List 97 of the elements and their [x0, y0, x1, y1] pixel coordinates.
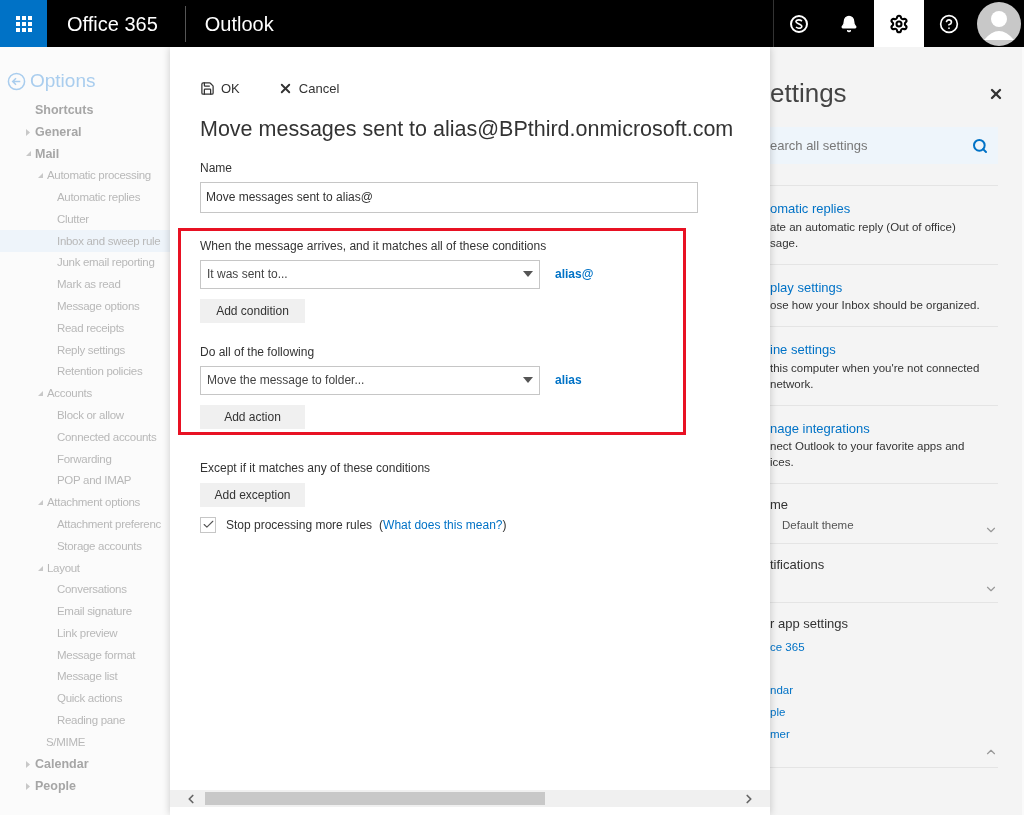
nav-item[interactable]: Conversations — [0, 579, 170, 601]
nav-item[interactable]: Forwarding — [0, 448, 170, 471]
section-label: When the message arrives, and it matches all of these conditions — [200, 237, 548, 255]
nav-item[interactable]: Reply settings — [0, 339, 170, 362]
parenthesis: ) — [502, 516, 507, 534]
nav-item[interactable]: Block or allow — [0, 404, 170, 427]
dropdown-value: Default theme — [782, 517, 854, 533]
nav-group[interactable]: Layout — [0, 557, 170, 580]
app-settings-link[interactable]: ndar — [770, 678, 998, 701]
nav-item[interactable]: POP and IMAP — [0, 470, 170, 492]
cancel-button[interactable]: Cancel — [277, 79, 340, 99]
settings-description: network. — [770, 376, 815, 392]
settings-link[interactable]: ine settings — [770, 340, 998, 360]
nav-group[interactable]: Mail — [0, 143, 170, 165]
panel-title: ettings — [770, 77, 847, 110]
settings-link[interactable]: play settings — [770, 277, 998, 297]
collapsed-caret-icon — [25, 128, 31, 136]
settings-search-field[interactable]: earch all settings — [770, 127, 998, 164]
search-icon — [972, 137, 988, 154]
nav-group[interactable]: People — [0, 775, 170, 797]
nav-group[interactable]: Attachment options — [0, 491, 170, 514]
nav-item[interactable]: Message format — [0, 644, 170, 667]
nav-item[interactable]: Read receipts — [0, 317, 170, 340]
save-icon — [200, 81, 215, 97]
add-condition-button[interactable]: Add condition — [200, 298, 305, 323]
app-title: Outlook — [204, 11, 274, 37]
section-heading: tifications — [770, 555, 826, 574]
app-settings-link[interactable]: mer — [770, 722, 998, 745]
add-action-button[interactable]: Add action — [200, 404, 305, 429]
expanded-caret-icon — [37, 172, 43, 180]
nav-item[interactable]: Junk email reporting — [0, 252, 170, 274]
settings-description: ices. — [770, 455, 795, 470]
expanded-caret-icon — [37, 499, 43, 507]
settings-button[interactable] — [874, 0, 924, 47]
nav-item[interactable]: Message list — [0, 666, 170, 688]
help-icon — [939, 13, 959, 34]
settings-link[interactable]: omatic replies — [770, 199, 998, 219]
app-launcher-button[interactable] — [0, 0, 47, 47]
nav-item[interactable]: Connected accounts — [0, 426, 170, 449]
settings-description: sage. — [770, 235, 800, 251]
name-field[interactable]: Move messages sent to alias@ — [200, 181, 698, 213]
scrollbar-thumb[interactable] — [205, 792, 545, 805]
nav-item[interactable]: Attachment preferenc — [0, 513, 170, 536]
nav-group[interactable]: Automatic processing — [0, 164, 170, 187]
back-icon — [7, 71, 26, 91]
dropdown[interactable]: Move the message to folder... — [200, 365, 540, 395]
settings-icon — [889, 13, 909, 34]
settings-description: this computer when you're not connected — [770, 360, 981, 376]
field-label: Name — [200, 159, 233, 177]
rule-title: Move messages sent to alias@BPthird.onmicrosoft.com — [200, 115, 735, 143]
parenthesis: ( — [379, 516, 384, 534]
nav-item[interactable]: Inbox and sweep rule — [0, 230, 170, 253]
section-label: Do all of the following — [200, 343, 316, 361]
nav-group[interactable]: Calendar — [0, 753, 170, 776]
nav-item[interactable]: Reading pane — [0, 709, 170, 732]
bell-icon — [840, 14, 858, 33]
settings-description: ose how your Inbox should be organized. — [770, 298, 981, 313]
condition-value-link[interactable]: alias@ — [555, 265, 594, 284]
nav-item[interactable]: Storage accounts — [0, 535, 170, 558]
avatar-button[interactable] — [974, 0, 1024, 47]
settings-description: nect Outlook to your favorite apps and — [770, 439, 966, 454]
app-settings-link[interactable]: ce 365 — [770, 635, 998, 658]
nav-item[interactable]: Automatic replies — [0, 186, 170, 209]
nav-item[interactable]: Message options — [0, 295, 170, 318]
nav-item[interactable]: S/MIME — [0, 731, 170, 754]
settings-description: ate an automatic reply (Out of office) — [770, 219, 957, 235]
nav-item[interactable]: Mark as read — [0, 273, 170, 296]
section-heading: r app settings — [770, 615, 850, 633]
settings-link[interactable]: nage integrations — [770, 418, 998, 438]
add-exception-button[interactable]: Add exception — [200, 482, 305, 507]
brand-title: Office 365 — [67, 11, 158, 37]
ok-button[interactable]: OK — [200, 79, 240, 99]
nav-group[interactable]: Accounts — [0, 382, 170, 405]
grid-icon — [15, 15, 32, 32]
caret-down-icon — [523, 377, 533, 384]
nav-item[interactable]: Email signature — [0, 600, 170, 623]
nav-group[interactable]: General — [0, 121, 170, 144]
caret-down-icon — [523, 271, 533, 278]
collapsed-caret-icon — [25, 760, 31, 768]
help-link[interactable]: What does this mean? — [383, 515, 503, 534]
section-heading: me — [770, 496, 790, 514]
expanded-caret-icon — [37, 390, 43, 398]
nav-item[interactable]: Quick actions — [0, 688, 170, 710]
checkbox-label: Stop processing more rules — [226, 516, 373, 534]
options-back-link[interactable]: Options — [0, 67, 96, 96]
stop-checkbox[interactable] — [200, 516, 216, 533]
expanded-caret-icon — [37, 564, 43, 572]
app-settings-link[interactable]: ple — [770, 700, 998, 723]
collapsed-caret-icon — [25, 782, 31, 790]
section-label: Except if it matches any of these conditions — [200, 459, 432, 477]
expanded-caret-icon — [25, 150, 31, 158]
nav-item[interactable]: Clutter — [0, 208, 170, 231]
nav-item[interactable]: Link preview — [0, 622, 170, 645]
action-value-link[interactable]: alias — [555, 371, 582, 390]
nav-item[interactable]: Shortcuts — [0, 99, 170, 122]
nav-item[interactable]: Retention policies — [0, 361, 170, 383]
dropdown[interactable]: It was sent to... — [200, 259, 540, 289]
